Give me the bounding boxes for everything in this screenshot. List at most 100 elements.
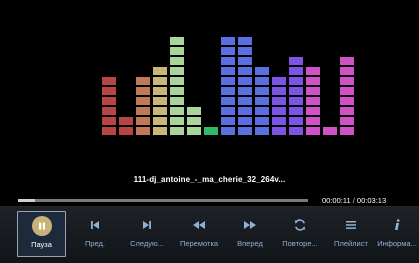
fast-forward-label: Вперед <box>237 239 263 248</box>
spectrum-cell <box>272 127 286 135</box>
spectrum-cell <box>153 77 167 85</box>
spectrum-cell <box>255 87 269 95</box>
next-track-icon <box>136 214 158 236</box>
spectrum-cell <box>238 37 252 45</box>
spectrum-cell <box>289 87 303 95</box>
spectrum-cell <box>136 97 150 105</box>
spectrum-cell <box>306 127 320 135</box>
fast-forward-button[interactable]: Вперед <box>230 211 270 255</box>
spectrum-cell <box>153 107 167 115</box>
spectrum-cell <box>170 117 184 125</box>
spectrum-cell <box>221 57 235 65</box>
time-separator: / <box>352 196 355 205</box>
track-title: 111-dj_antoine_-_ma_cherie_32_264v... <box>133 175 286 184</box>
spectrum-cell <box>306 87 320 95</box>
repeat-button[interactable]: Повторе... <box>277 211 323 255</box>
playlist-button[interactable]: Плейлист <box>328 211 374 255</box>
spectrum-cell <box>170 127 184 135</box>
spectrum-cell <box>187 117 201 125</box>
spectrum-cell <box>255 127 269 135</box>
spectrum-cell <box>340 57 354 65</box>
elapsed-time: 00:00:11 <box>322 196 351 205</box>
spectrum-cell <box>221 67 235 75</box>
spectrum-cell <box>272 97 286 105</box>
spectrum-cell <box>306 107 320 115</box>
spectrum-cell <box>102 117 116 125</box>
spectrum-cell <box>238 117 252 125</box>
audio-spectrum-visualizer <box>102 37 354 135</box>
spectrum-cell <box>255 107 269 115</box>
spectrum-cell <box>340 67 354 75</box>
info-icon <box>386 214 408 236</box>
spectrum-cell <box>221 97 235 105</box>
spectrum-cell <box>306 67 320 75</box>
spectrum-cell <box>323 127 337 135</box>
spectrum-cell <box>272 87 286 95</box>
rewind-button[interactable]: Перемотка <box>174 211 224 255</box>
spectrum-cell <box>340 117 354 125</box>
spectrum-cell <box>289 117 303 125</box>
pause-button[interactable]: Пауза <box>17 211 66 257</box>
spectrum-cell <box>255 77 269 85</box>
spectrum-cell <box>238 127 252 135</box>
spectrum-cell <box>170 57 184 65</box>
spectrum-cell <box>340 107 354 115</box>
spectrum-cell <box>272 117 286 125</box>
spectrum-cell <box>289 67 303 75</box>
spectrum-cell <box>306 97 320 105</box>
playback-progress-bar[interactable] <box>18 199 308 202</box>
playlist-label: Плейлист <box>334 239 368 248</box>
info-label: Информа... <box>377 239 417 248</box>
spectrum-cell <box>136 87 150 95</box>
next-label: Следую... <box>130 239 164 248</box>
spectrum-cell <box>170 97 184 105</box>
spectrum-cell <box>272 107 286 115</box>
playlist-icon <box>340 214 362 236</box>
spectrum-cell <box>119 117 133 125</box>
spectrum-cell <box>221 117 235 125</box>
spectrum-cell <box>238 87 252 95</box>
pause-label: Пауза <box>31 240 52 249</box>
spectrum-cell <box>170 107 184 115</box>
spectrum-cell <box>102 77 116 85</box>
spectrum-cell <box>153 67 167 75</box>
spectrum-cell <box>238 77 252 85</box>
spectrum-cell <box>221 77 235 85</box>
spectrum-cell <box>136 107 150 115</box>
spectrum-cell <box>255 97 269 105</box>
spectrum-cell <box>170 47 184 55</box>
spectrum-cell <box>170 67 184 75</box>
spectrum-cell <box>153 127 167 135</box>
media-player-screen: 111-dj_antoine_-_ma_cherie_32_264v... 00… <box>0 0 419 263</box>
spectrum-cell <box>119 127 133 135</box>
spectrum-cell <box>136 117 150 125</box>
next-button[interactable]: Следую... <box>124 211 170 255</box>
control-bar: Пауза Пред. Следую... Перемотка Вперед П… <box>0 206 419 263</box>
spectrum-cell <box>221 37 235 45</box>
spectrum-cell <box>221 127 235 135</box>
spectrum-cell <box>153 87 167 95</box>
previous-track-icon <box>84 214 106 236</box>
pause-icon <box>31 216 52 236</box>
spectrum-cell <box>238 47 252 55</box>
spectrum-cell <box>340 77 354 85</box>
rewind-label: Перемотка <box>179 239 219 248</box>
spectrum-cell <box>340 97 354 105</box>
previous-button[interactable]: Пред. <box>78 211 112 255</box>
spectrum-cell <box>170 37 184 45</box>
spectrum-cell <box>306 77 320 85</box>
spectrum-cell <box>136 77 150 85</box>
spectrum-cell <box>102 87 116 95</box>
spectrum-cell <box>204 127 218 135</box>
fast-forward-icon <box>239 214 261 236</box>
spectrum-cell <box>255 67 269 75</box>
spectrum-cell <box>238 57 252 65</box>
info-button[interactable]: Информа... <box>376 211 418 255</box>
spectrum-cell <box>289 97 303 105</box>
spectrum-cell <box>238 107 252 115</box>
previous-label: Пред. <box>84 239 106 248</box>
spectrum-cell <box>221 107 235 115</box>
spectrum-cell <box>170 77 184 85</box>
spectrum-cell <box>170 87 184 95</box>
spectrum-cell <box>238 67 252 75</box>
